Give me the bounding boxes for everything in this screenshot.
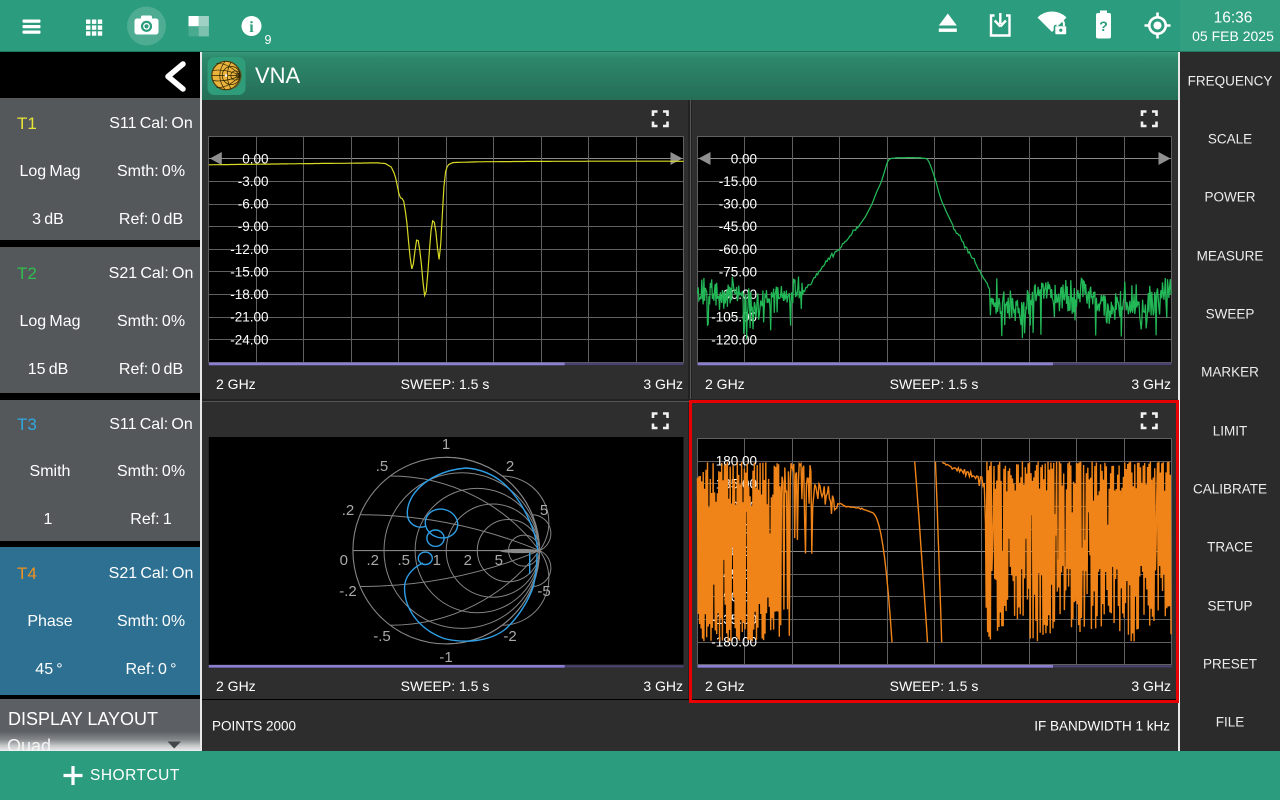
svg-text:VNA: VNA	[255, 63, 301, 88]
svg-text:-120.00: -120.00	[711, 332, 757, 347]
svg-text:-24.00: -24.00	[230, 332, 268, 347]
svg-text:-60.00: -60.00	[719, 242, 757, 257]
svg-text:i: i	[249, 19, 254, 36]
svg-text:5: 5	[540, 502, 548, 519]
svg-text:-9.00: -9.00	[238, 219, 269, 234]
svg-text:-12.00: -12.00	[230, 242, 268, 257]
svg-text:9: 9	[265, 33, 272, 47]
svg-text:.2: .2	[366, 552, 379, 569]
svg-text:1: 1	[433, 552, 441, 569]
svg-text:-15.00: -15.00	[230, 265, 268, 280]
svg-text:2: 2	[464, 552, 472, 569]
svg-text:-30.00: -30.00	[719, 197, 757, 212]
svg-text:-3.00: -3.00	[238, 174, 269, 189]
svg-text:-.2: -.2	[339, 583, 357, 600]
svg-text:?: ?	[1099, 18, 1108, 34]
svg-text:-5: -5	[537, 583, 550, 600]
svg-text:-2: -2	[503, 628, 516, 645]
svg-text:16:36: 16:36	[1214, 10, 1253, 27]
svg-text:1: 1	[442, 436, 450, 453]
svg-text:-75.00: -75.00	[719, 265, 757, 280]
svg-text:-15.00: -15.00	[719, 174, 757, 189]
svg-text:-18.00: -18.00	[230, 287, 268, 302]
svg-text:0: 0	[340, 552, 348, 569]
svg-text:0.00: 0.00	[731, 151, 757, 166]
svg-text:5: 5	[495, 552, 503, 569]
svg-text:05 FEB 2025: 05 FEB 2025	[1192, 28, 1274, 44]
svg-text:-21.00: -21.00	[230, 310, 268, 325]
svg-text:.5: .5	[376, 458, 389, 475]
svg-text:-45.00: -45.00	[719, 219, 757, 234]
svg-text:2: 2	[506, 458, 514, 475]
svg-text:-6.00: -6.00	[238, 197, 269, 212]
svg-text:.2: .2	[342, 502, 355, 519]
svg-text:.5: .5	[397, 552, 410, 569]
svg-text:-.5: -.5	[373, 628, 391, 645]
svg-text:-1: -1	[439, 649, 452, 666]
